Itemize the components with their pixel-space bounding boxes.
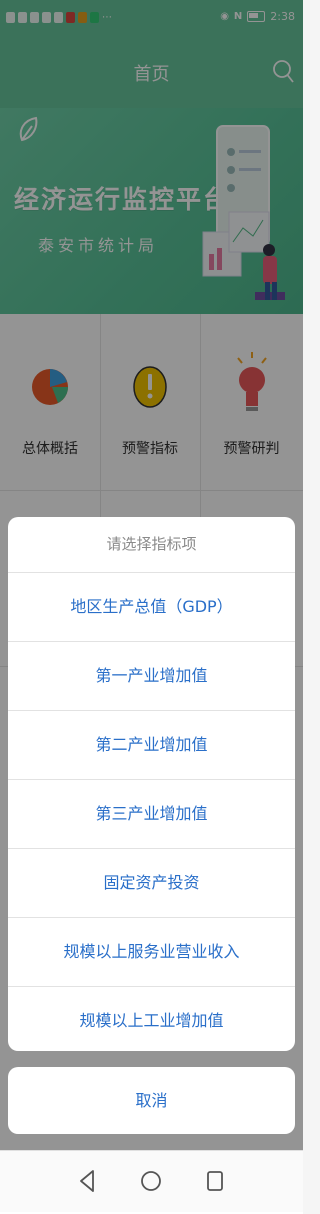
back-icon[interactable] — [77, 1169, 97, 1193]
option-fixed-asset-investment[interactable]: 固定资产投资 — [8, 849, 295, 918]
option-service-revenue[interactable]: 规模以上服务业营业收入 — [8, 918, 295, 987]
recent-apps-icon[interactable] — [206, 1170, 224, 1192]
option-industrial-added-value[interactable]: 规模以上工业增加值 — [8, 987, 295, 1051]
option-secondary-industry[interactable]: 第二产业增加值 — [8, 711, 295, 780]
indicator-picker-sheet: 请选择指标项 地区生产总值（GDP） 第一产业增加值 第二产业增加值 第三产业增… — [8, 517, 295, 1051]
picker-title: 请选择指标项 — [8, 517, 295, 573]
home-icon[interactable] — [140, 1170, 162, 1192]
system-navigation-bar — [0, 1150, 303, 1212]
option-tertiary-industry[interactable]: 第三产业增加值 — [8, 780, 295, 849]
cancel-button[interactable]: 取消 — [8, 1067, 295, 1134]
option-primary-industry[interactable]: 第一产业增加值 — [8, 642, 295, 711]
option-gdp[interactable]: 地区生产总值（GDP） — [8, 573, 295, 642]
